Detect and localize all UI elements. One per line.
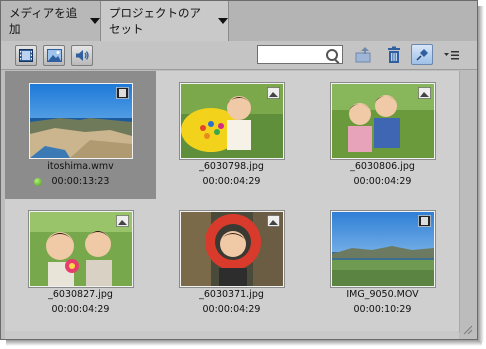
audio-filter-icon [75, 50, 89, 61]
vertical-scrollbar[interactable] [459, 71, 476, 333]
tab-bar: メディアを追加 プロジェクトのアセット [1, 1, 477, 41]
video-badge-icon [418, 215, 431, 227]
chevron-down-icon [218, 18, 228, 24]
image-badge-icon [418, 87, 431, 99]
image-badge-icon [267, 87, 280, 99]
asset-thumbnail [180, 83, 284, 159]
audio-filter-button[interactable] [71, 45, 93, 66]
asset-thumbnail [331, 83, 435, 159]
pin-icon [416, 48, 428, 61]
search-input[interactable] [261, 51, 325, 66]
asset-name: IMG_9050.MOV [346, 289, 419, 300]
asset-item-6030806[interactable]: _6030806.jpg 00:00:04:29 [307, 71, 458, 199]
tab-project-assets-label: プロジェクトのアセット [109, 6, 201, 36]
asset-thumbnail [180, 211, 284, 287]
asset-item-6030798[interactable]: _6030798.jpg 00:00:04:29 [156, 71, 307, 199]
panel-menu-icon[interactable] [443, 45, 461, 65]
asset-item-itoshima[interactable]: itoshima.wmv 00:00:13:23 [5, 71, 156, 199]
panel-footer [5, 331, 459, 339]
video-filter-icon [19, 49, 33, 62]
video-badge-icon [116, 87, 129, 99]
asset-duration: 00:00:04:29 [51, 304, 110, 315]
asset-duration: 00:00:10:29 [353, 304, 412, 315]
search-box[interactable] [257, 45, 343, 66]
chevron-down-icon [90, 18, 100, 24]
asset-duration: 00:00:04:29 [202, 176, 261, 187]
image-filter-icon [46, 49, 62, 62]
panel-shadow [6, 340, 482, 346]
tab-add-media[interactable]: メディアを追加 [1, 1, 101, 41]
asset-name: _6030806.jpg [350, 161, 415, 172]
asset-item-img9050[interactable]: IMG_9050.MOV 00:00:10:29 [307, 199, 458, 327]
asset-duration: 00:00:13:23 [51, 176, 110, 187]
asset-thumbnail [29, 211, 133, 287]
trash-icon[interactable] [384, 45, 404, 65]
resize-grip-icon[interactable] [461, 323, 473, 335]
asset-item-6030371[interactable]: _6030371.jpg 00:00:04:29 [156, 199, 307, 327]
image-badge-icon [116, 215, 129, 227]
tab-add-media-label: メディアを追加 [9, 6, 78, 36]
panel-shadow [478, 6, 484, 342]
asset-thumbnail [331, 211, 435, 287]
project-assets-panel: メディアを追加 プロジェクトのアセット itoshima.wmv 00:00:1… [0, 0, 478, 340]
assets-grid: itoshima.wmv 00:00:13:23 _6030798.jpg 00… [5, 71, 459, 331]
asset-duration: 00:00:04:29 [353, 176, 412, 187]
asset-name: itoshima.wmv [47, 161, 114, 172]
asset-thumbnail [29, 83, 133, 159]
tab-project-assets[interactable]: プロジェクトのアセット [101, 1, 229, 41]
asset-name: _6030371.jpg [199, 289, 264, 300]
asset-name: _6030798.jpg [199, 161, 264, 172]
image-badge-icon [267, 215, 280, 227]
new-folder-icon[interactable] [353, 45, 373, 65]
video-filter-button[interactable] [15, 45, 37, 66]
asset-name: _6030827.jpg [48, 289, 113, 300]
pin-button[interactable] [411, 44, 433, 65]
asset-item-6030827[interactable]: _6030827.jpg 00:00:04:29 [5, 199, 156, 327]
asset-duration: 00:00:04:29 [202, 304, 261, 315]
image-filter-button[interactable] [43, 45, 65, 66]
search-icon[interactable] [326, 49, 338, 61]
